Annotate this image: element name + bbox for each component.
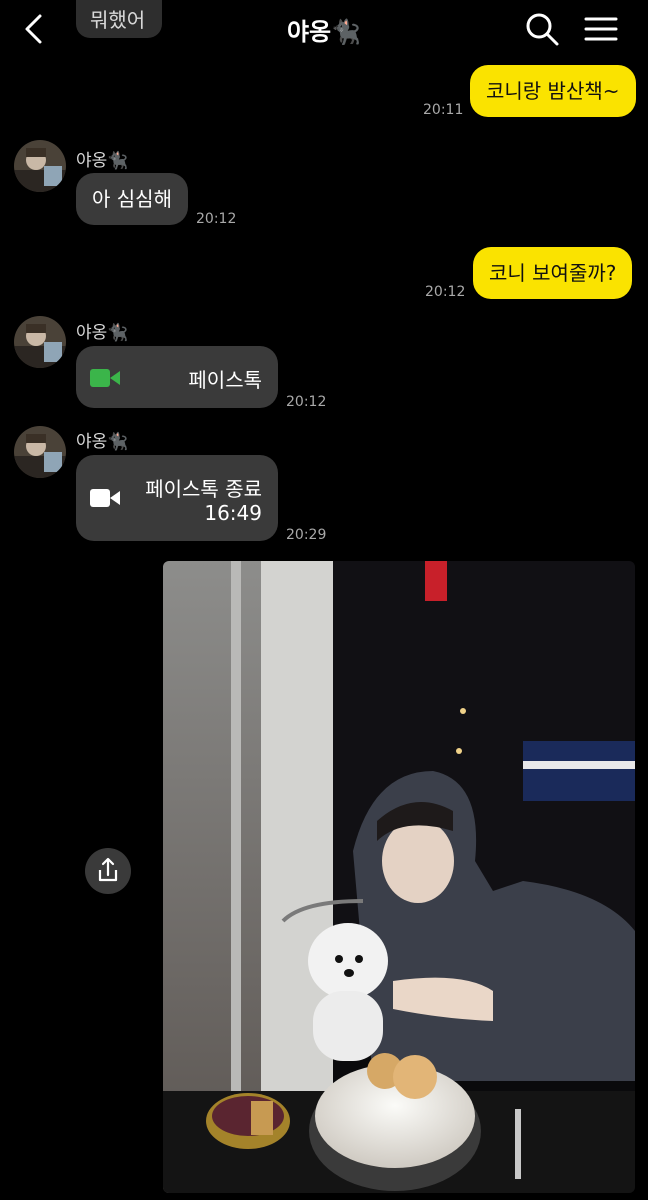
hamburger-menu-icon[interactable] [584, 12, 618, 46]
message-time: 20:12 [425, 284, 466, 300]
avatar[interactable] [14, 426, 66, 478]
message-text-partial: 뭐했어 [90, 8, 146, 32]
message-time: 20:12 [286, 394, 327, 410]
call-duration: 16:49 [204, 501, 262, 525]
avatar[interactable] [14, 316, 66, 368]
sender-name: 야옹🐈‍⬛ [76, 432, 129, 452]
share-button[interactable] [85, 848, 131, 894]
message-time: 20:12 [196, 211, 237, 227]
my-message-bubble[interactable]: 코니랑 밤산책~ [470, 65, 636, 117]
avatar[interactable] [14, 140, 66, 192]
shared-photo[interactable] [163, 561, 635, 1193]
video-camera-icon [90, 368, 120, 393]
call-ended-label: 페이스톡 종료 [145, 477, 262, 501]
search-icon[interactable] [524, 11, 560, 47]
video-camera-icon [90, 488, 120, 513]
facetalk-call-bubble[interactable]: 페이스톡 [76, 346, 278, 408]
message-time: 20:11 [423, 102, 464, 118]
facetalk-ended-bubble[interactable]: 페이스톡 종료 16:49 [76, 455, 278, 541]
sender-name: 야옹🐈‍⬛ [76, 151, 129, 171]
my-message-bubble[interactable]: 코니 보여줄까? [473, 247, 633, 299]
call-label: 페이스톡 [188, 368, 262, 392]
sender-name: 야옹🐈‍⬛ [76, 323, 129, 343]
message-time: 20:29 [286, 527, 327, 543]
share-icon [98, 857, 118, 882]
other-message-bubble[interactable]: 아 심심해 [76, 173, 188, 225]
